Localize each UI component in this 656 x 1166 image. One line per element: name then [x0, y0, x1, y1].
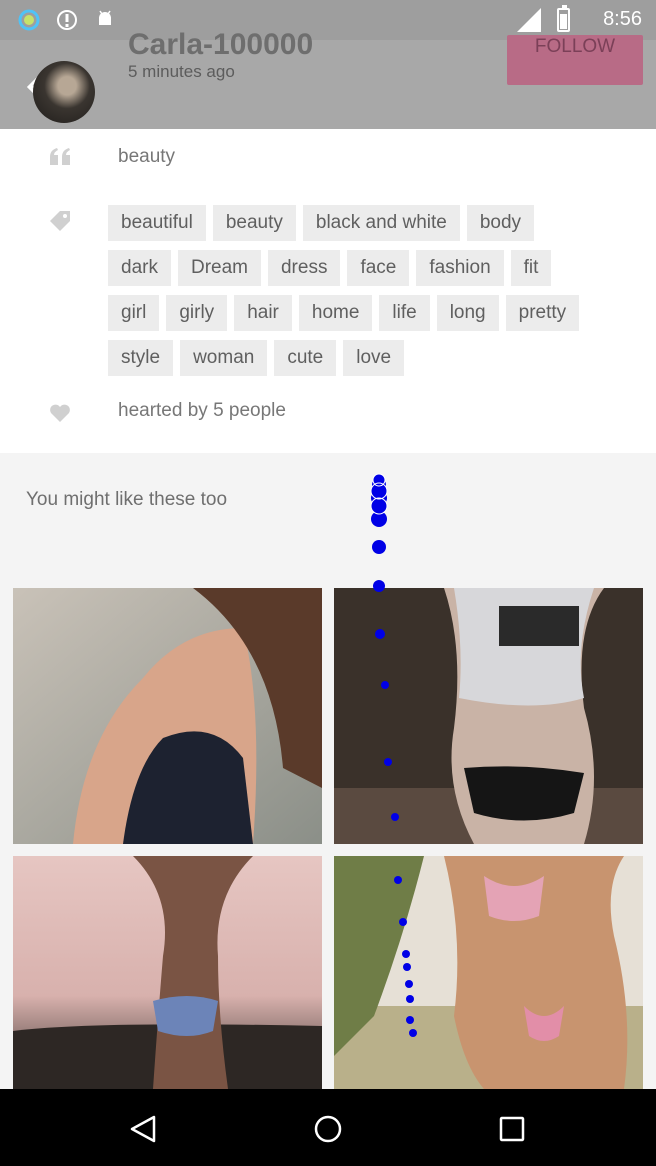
alert-icon: [57, 10, 77, 30]
clock: 8:56: [603, 8, 642, 30]
suggested-image[interactable]: [13, 588, 322, 844]
signal-icon: [517, 8, 541, 32]
profile-header: Carla-100000 5 minutes ago FOLLOW: [0, 28, 656, 129]
hearted-count[interactable]: hearted by 5 people: [118, 400, 286, 422]
tag-chip[interactable]: style: [108, 340, 174, 376]
tag-chip[interactable]: black and white: [302, 205, 460, 241]
suggestions-title: You might like these too: [26, 489, 228, 510]
username[interactable]: Carla-100000: [128, 28, 313, 62]
tag-chip[interactable]: pretty: [505, 295, 580, 331]
follow-button[interactable]: FOLLOW: [507, 35, 643, 85]
battery-icon: [557, 5, 570, 32]
back-icon[interactable]: [124, 1109, 164, 1149]
tag-chip[interactable]: life: [379, 295, 430, 331]
tag-chip[interactable]: girly: [166, 295, 228, 331]
tag-chip[interactable]: beautiful: [108, 205, 206, 241]
tag-chip[interactable]: Dream: [177, 250, 261, 286]
tag-chip[interactable]: girl: [108, 295, 160, 331]
tag-list: beautiful beauty black and white body da…: [108, 205, 608, 385]
tag-chip[interactable]: love: [343, 340, 405, 376]
suggested-image[interactable]: [334, 588, 643, 844]
tag-chip[interactable]: hair: [234, 295, 292, 331]
tag-chip[interactable]: fit: [510, 250, 552, 286]
status-bar: 8:56: [0, 0, 656, 40]
tag-chip[interactable]: dress: [267, 250, 341, 286]
tag-chip[interactable]: face: [347, 250, 410, 286]
circle-app-icon: [18, 9, 40, 31]
avatar[interactable]: [33, 61, 95, 123]
suggested-image[interactable]: [13, 856, 322, 1089]
post-caption: beauty: [118, 146, 176, 167]
tag-chip[interactable]: cute: [274, 340, 337, 376]
navigation-bar: [0, 1089, 656, 1166]
post-details: beauty beautiful beauty black and white …: [0, 129, 656, 453]
suggested-image[interactable]: [334, 856, 643, 1089]
quote-icon: [50, 148, 70, 165]
recents-icon[interactable]: [492, 1109, 532, 1149]
tag-chip[interactable]: home: [298, 295, 373, 331]
tag-chip[interactable]: fashion: [416, 250, 504, 286]
tag-chip[interactable]: beauty: [212, 205, 296, 241]
post-timestamp: 5 minutes ago: [128, 62, 235, 81]
tag-chip[interactable]: long: [436, 295, 499, 331]
tag-icon: [50, 211, 70, 231]
tag-chip[interactable]: body: [466, 205, 535, 241]
home-icon[interactable]: [308, 1109, 348, 1149]
tag-chip[interactable]: woman: [180, 340, 268, 376]
tag-chip[interactable]: dark: [108, 250, 171, 286]
heart-icon: [50, 404, 70, 422]
android-icon: [99, 10, 111, 25]
